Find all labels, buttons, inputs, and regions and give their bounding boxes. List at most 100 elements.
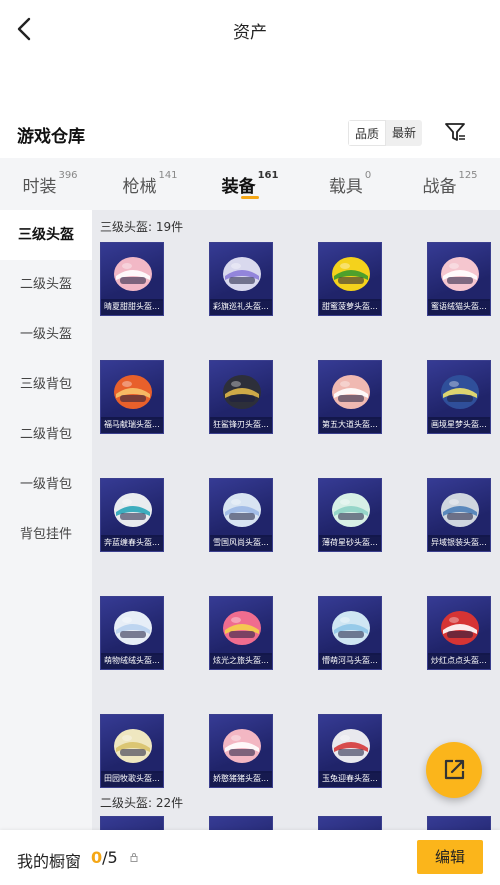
sidebar-item-1[interactable]: 二级头盔 [0,260,92,310]
tab-3[interactable]: 载具0 [300,158,400,210]
item-card[interactable]: 田园牧歌头盔... [100,714,164,788]
tab-label: 战备 [422,177,457,197]
tab-1[interactable]: 枪械141 [100,158,200,210]
item-card[interactable]: 福马献瑞头盔... [100,360,164,434]
card-background [101,817,163,830]
cabinet-label: 我的橱窗 [17,852,82,871]
helmet-icon [332,493,370,527]
helmet-icon [223,493,261,527]
item-name: 奔蓝缠春头盔... [101,535,163,551]
item-card[interactable]: 彩旗巡礼头盔... [209,242,273,316]
item-name: 彩旗巡礼头盔... [210,299,272,315]
item-card[interactable]: 第五大道头盔... [318,360,382,434]
sort-quality-button[interactable]: 品质 [348,120,387,146]
item-name: 甜蜜菠萝头盔... [319,299,381,315]
item-card[interactable]: 炫光之旅头盔... [209,596,273,670]
item-card[interactable]: 萌物绒绒头盔... [100,596,164,670]
item-name: 田园牧歌头盔... [101,771,163,787]
item-name: 懵萌河马头盔... [319,653,381,669]
sidebar-item-0[interactable]: 三级头盔 [0,210,92,260]
item-name: 炫光之旅头盔... [210,653,272,669]
item-name: 萌物绒绒头盔... [101,653,163,669]
lock-icon [130,853,138,862]
tab-active-indicator [241,196,259,199]
helmet-icon [114,375,152,409]
edit-button[interactable]: 编辑 [417,840,483,874]
helmet-icon [223,375,261,409]
item-card[interactable]: 蜜语绒猫头盔... [427,242,491,316]
tab-2[interactable]: 装备161 [200,158,300,210]
page-title: 资产 [233,23,267,43]
sidebar-item-6[interactable]: 背包挂件 [0,510,92,560]
item-name: 狂鲨锋刃头盔... [210,417,272,433]
helmet-icon [332,729,370,763]
item-name: 玉兔迎春头盔... [319,771,381,787]
item-name: 第五大道头盔... [319,417,381,433]
warehouse-title: 游戏仓库 [17,127,85,147]
helmet-icon [441,493,479,527]
cabinet-total: /5 [102,848,118,867]
item-card[interactable] [209,816,273,830]
filter-icon[interactable] [444,121,466,143]
item-card[interactable]: 薄荷星砂头盔... [318,478,382,552]
top-bar: 资产 [0,0,500,58]
tab-0[interactable]: 时装396 [0,158,100,210]
helmet-icon [441,375,479,409]
sidebar-item-3[interactable]: 三级背包 [0,360,92,410]
share-button[interactable] [426,742,482,798]
sort-toggle: 品质 最新 [348,120,423,146]
item-card[interactable]: 画境星梦头盔... [427,360,491,434]
item-grid: 三级头盔: 19件 晴夏甜甜头盔... 彩旗巡礼头盔... 甜蜜菠萝头盔... 蜜语绒猫… [92,210,500,830]
cabinet-current: 0 [91,848,103,867]
card-background [428,817,490,830]
card-background [210,817,272,830]
sidebar-item-2[interactable]: 一级头盔 [0,310,92,360]
tab-label: 时装 [22,177,57,197]
helmet-icon [114,257,152,291]
sidebar-item-4[interactable]: 二级背包 [0,410,92,460]
category-tabs: 时装396 枪械141 装备161 载具0 战备125 [0,158,500,210]
item-card[interactable] [100,816,164,830]
sort-newest-button[interactable]: 最新 [386,120,423,146]
item-name: 晴夏甜甜头盔... [101,299,163,315]
item-card[interactable]: 懵萌河马头盔... [318,596,382,670]
tab-label: 枪械 [122,177,157,197]
item-card[interactable]: 狂鲨锋刃头盔... [209,360,273,434]
helmet-icon [114,729,152,763]
helmet-icon [114,611,152,645]
helmet-icon [441,257,479,291]
item-card[interactable] [427,816,491,830]
item-card[interactable]: 炒红点点头盔... [427,596,491,670]
item-name: 雪国风尚头盔... [210,535,272,551]
tab-count: 125 [458,170,478,181]
item-name: 薄荷星砂头盔... [319,535,381,551]
tab-count: 161 [257,170,279,181]
share-icon [444,759,465,780]
item-card[interactable]: 晴夏甜甜头盔... [100,242,164,316]
helmet-icon [114,493,152,527]
item-card[interactable]: 甜蜜菠萝头盔... [318,242,382,316]
bottom-bar: 我的橱窗 0/5 编辑 [0,830,500,885]
group-label: 二级头盔: 22件 [100,796,184,810]
item-card[interactable]: 异域银装头盔... [427,478,491,552]
item-card[interactable]: 奔蓝缠春头盔... [100,478,164,552]
tab-label: 载具 [328,177,363,197]
helmet-icon [332,257,370,291]
item-name: 娇憨猪猪头盔... [210,771,272,787]
helmet-icon [332,611,370,645]
helmet-icon [332,375,370,409]
item-card[interactable]: 玉兔迎春头盔... [318,714,382,788]
tab-label: 装备 [221,177,256,197]
item-card[interactable] [318,816,382,830]
helmet-icon [223,257,261,291]
tab-4[interactable]: 战备125 [400,158,500,210]
tab-count: 141 [158,170,178,181]
sidebar-item-5[interactable]: 一级背包 [0,460,92,510]
sidebar: 三级头盔 二级头盔 一级头盔 三级背包 二级背包 一级背包 背包挂件 [0,210,92,830]
item-name: 福马献瑞头盔... [101,417,163,433]
tab-count: 396 [58,170,78,181]
item-card[interactable]: 雪国风尚头盔... [209,478,273,552]
group-label: 三级头盔: 19件 [100,220,184,234]
item-card[interactable]: 娇憨猪猪头盔... [209,714,273,788]
item-name: 炒红点点头盔... [428,653,490,669]
